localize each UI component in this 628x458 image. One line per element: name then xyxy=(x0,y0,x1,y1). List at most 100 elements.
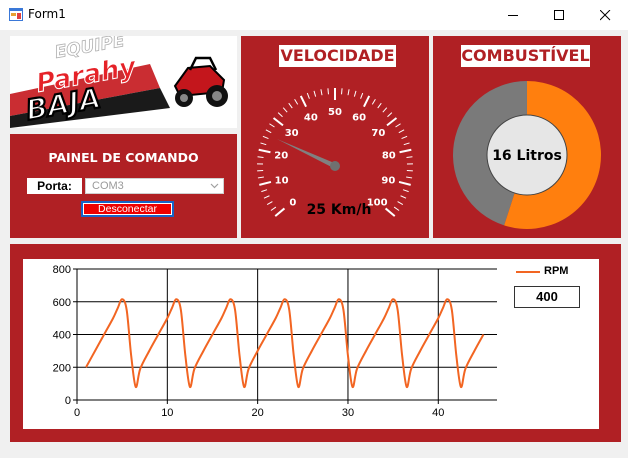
gauge-minor-tick xyxy=(400,195,407,199)
gauge-minor-tick xyxy=(401,135,408,140)
team-logo-panel: EQUIPE Parahy BAJA xyxy=(10,36,237,128)
rpm-chart: 0 200 400 600 800 0 10 20 30 40 xyxy=(53,264,497,419)
gauge-minor-tick xyxy=(260,142,267,146)
gauge-minor-tick xyxy=(320,89,323,96)
title-bar: Form1 xyxy=(0,0,628,30)
gauge-minor-tick xyxy=(277,112,283,118)
chart-y-tick-label: 800 xyxy=(53,264,71,276)
command-panel: PAINEL DE COMANDO Porta: COM3 Desconecta… xyxy=(10,134,237,238)
buggy-icon xyxy=(173,56,228,107)
gauge-minor-tick xyxy=(397,201,404,205)
gauge-tick-label: 10 xyxy=(275,175,289,186)
gauge-tick-label: 70 xyxy=(371,128,385,139)
gauge-minor-tick xyxy=(395,123,401,128)
gauge-minor-tick xyxy=(265,129,272,134)
gauge-tick-label: 50 xyxy=(328,107,342,118)
minimize-button[interactable] xyxy=(490,0,536,30)
gauge-major-tick xyxy=(398,180,411,186)
gauge-major-tick xyxy=(258,148,271,154)
gauge-minor-tick xyxy=(257,176,264,179)
gauge-major-tick xyxy=(363,95,371,108)
maximize-button[interactable] xyxy=(536,0,582,30)
chart-x-tick-label: 40 xyxy=(432,407,444,419)
gauge-minor-tick xyxy=(261,189,268,193)
chart-legend: RPM 400 xyxy=(509,259,599,429)
gauge-minor-tick xyxy=(393,206,400,211)
gauge-tick-label: 0 xyxy=(289,197,296,208)
gauge-major-tick xyxy=(399,148,412,154)
gauge-minor-tick xyxy=(406,176,413,179)
window-title: Form1 xyxy=(28,7,66,21)
close-icon xyxy=(600,10,611,21)
gauge-minor-tick xyxy=(294,99,299,105)
gauge-tick-label: 60 xyxy=(352,113,366,124)
chart-x-tick-label: 20 xyxy=(252,407,264,419)
maximize-icon xyxy=(554,10,564,20)
gauge-minor-tick xyxy=(327,88,329,95)
gauge-major-tick xyxy=(299,95,307,108)
fuel-donut: 16 Litros xyxy=(452,81,601,229)
chart-x-tick-label: 0 xyxy=(74,407,80,419)
gauge-tick-label: 30 xyxy=(285,128,299,139)
gauge-tick-label: 90 xyxy=(381,175,395,186)
gauge-minor-tick xyxy=(347,89,350,96)
legend-label-rpm: RPM xyxy=(544,265,569,277)
gauge-hub xyxy=(330,161,340,171)
gauge-minor-tick xyxy=(360,92,364,99)
chart-y-tick-label: 600 xyxy=(53,297,71,309)
speed-panel: VELOCIDADE 0 10 20 30 40 50 60 70 80 90 100 25 Km/… xyxy=(241,36,429,238)
gauge-tick-label: 40 xyxy=(304,113,318,124)
gauge-minor-tick xyxy=(353,90,357,97)
gauge-major-tick xyxy=(386,117,398,127)
gauge-tick-label: 80 xyxy=(382,151,396,162)
port-label: Porta: xyxy=(27,178,82,194)
gauge-labels: 0102030405060708090100 xyxy=(274,107,396,208)
gauge-minor-tick xyxy=(402,189,409,193)
gauge-minor-tick xyxy=(341,88,343,95)
speed-readout: 25 Km/h xyxy=(307,202,372,218)
gauge-minor-tick xyxy=(406,156,413,158)
gauge-minor-tick xyxy=(288,102,293,109)
chart-y-tick-label: 0 xyxy=(65,395,71,407)
chart-y-tick-label: 400 xyxy=(53,330,71,342)
app-icon xyxy=(9,8,23,21)
chevron-down-icon xyxy=(210,183,219,189)
port-select[interactable]: COM3 xyxy=(85,178,224,194)
gauge-minor-tick xyxy=(270,206,277,211)
rpm-series-line xyxy=(85,298,485,388)
gauge-minor-tick xyxy=(282,107,288,113)
rpm-value-box: 400 xyxy=(514,286,580,308)
gauge-minor-tick xyxy=(403,142,410,146)
gauge-minor-tick xyxy=(269,123,275,128)
legend-swatch-rpm xyxy=(516,271,540,273)
port-select-value: COM3 xyxy=(92,180,124,192)
close-button[interactable] xyxy=(582,0,628,30)
gauge-major-tick xyxy=(259,180,272,186)
rpm-chart-panel: 0 200 400 600 800 0 10 20 30 40 RPM 400 xyxy=(10,244,621,442)
gauge-minor-tick xyxy=(266,201,273,205)
chart-grid xyxy=(77,268,497,401)
gauge-tick-label: 20 xyxy=(274,151,288,162)
gauge-minor-tick xyxy=(306,92,310,99)
gauge-minor-tick xyxy=(387,112,393,118)
gauge-minor-tick xyxy=(313,90,317,97)
fuel-readout: 16 Litros xyxy=(492,148,562,164)
rpm-chart-area: 0 200 400 600 800 0 10 20 30 40 xyxy=(23,259,509,429)
chart-x-tick-label: 10 xyxy=(161,407,173,419)
team-logo: EQUIPE Parahy BAJA xyxy=(10,36,228,128)
disconnect-button[interactable]: Desconectar xyxy=(81,201,174,217)
speedometer-gauge: 0102030405060708090100 25 Km/h xyxy=(257,88,413,218)
gauge-minor-tick xyxy=(382,107,388,113)
gauge-major-tick xyxy=(274,207,286,217)
gauge-minor-tick xyxy=(377,102,382,109)
gauge-major-tick xyxy=(272,117,284,127)
minimize-icon xyxy=(508,15,518,16)
gauge-minor-tick xyxy=(398,129,405,134)
chart-x-tick-label: 30 xyxy=(342,407,354,419)
chart-x-tick-labels: 0 10 20 30 40 xyxy=(74,407,444,419)
logo-text-baja: BAJA xyxy=(23,81,103,127)
gauge-minor-tick xyxy=(371,99,376,105)
gauge-major-tick xyxy=(384,207,396,217)
chart-y-tick-labels: 0 200 400 600 800 xyxy=(53,264,71,407)
chart-y-tick-label: 200 xyxy=(53,362,71,374)
